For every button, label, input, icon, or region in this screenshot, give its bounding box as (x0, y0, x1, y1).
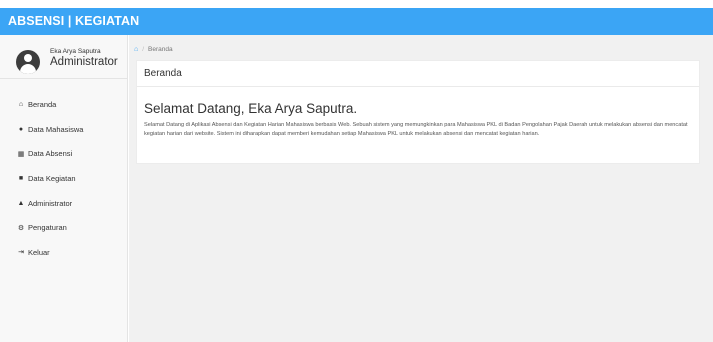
sidebar-item-data-mahasiswa[interactable]: ● Data Mahasiswa (0, 117, 128, 142)
users-icon: ● (18, 125, 24, 133)
sidebar-divider (0, 78, 128, 79)
sidebar-item-beranda[interactable]: ⌂ Beranda (0, 92, 128, 117)
welcome-panel: Beranda Selamat Datang, Eka Arya Saputra… (136, 60, 700, 164)
sidebar-item-pengaturan[interactable]: ⚙ Pengaturan (0, 215, 128, 240)
sidebar-item-label: Keluar (28, 247, 50, 257)
gear-icon: ⚙ (17, 224, 25, 232)
sidebar-menu: ⌂ Beranda ● Data Mahasiswa ▦ Data Absens… (0, 92, 128, 265)
sidebar: Eka Arya Saputra Administrator ⌂ Beranda… (0, 35, 128, 342)
sidebar-item-data-absensi[interactable]: ▦ Data Absensi (0, 141, 128, 166)
home-icon: ⌂ (18, 100, 24, 108)
sidebar-item-label: Administrator (28, 198, 73, 208)
panel-title: Beranda (137, 61, 699, 87)
sidebar-item-label: Beranda (28, 99, 57, 109)
book-icon: ■ (18, 174, 24, 182)
sidebar-item-keluar[interactable]: ⇥ Keluar (0, 240, 128, 265)
user-role: Administrator (50, 56, 118, 68)
user-icon: ▲ (17, 199, 25, 207)
welcome-heading: Selamat Datang, Eka Arya Saputra. (144, 101, 358, 116)
sidebar-item-administrator[interactable]: ▲ Administrator (0, 191, 128, 216)
sidebar-item-label: Data Mahasiswa (28, 124, 84, 134)
sidebar-item-label: Data Absensi (28, 149, 73, 159)
panel-body: Selamat Datang, Eka Arya Saputra. Selama… (137, 87, 699, 138)
breadcrumb-separator: / (142, 45, 145, 53)
sidebar-item-data-kegiatan[interactable]: ■ Data Kegiatan (0, 166, 128, 191)
welcome-description: Selamat Datang di Aplikasi Absensi dan K… (144, 122, 688, 137)
calendar-icon: ▦ (17, 150, 25, 158)
brand-link[interactable]: ABSENSI | KEGIATAN (8, 8, 139, 35)
avatar-icon (16, 50, 40, 74)
sidebar-item-label: Data Kegiatan (28, 173, 76, 183)
home-icon[interactable]: ⌂ (134, 46, 138, 53)
user-name: Eka Arya Saputra (50, 48, 101, 55)
user-panel: Eka Arya Saputra Administrator (0, 40, 128, 76)
top-navbar: ABSENSI | KEGIATAN (0, 8, 713, 35)
breadcrumb: ⌂ / Beranda (134, 42, 173, 56)
sidebar-item-label: Pengaturan (28, 223, 67, 233)
logout-icon: ⇥ (18, 249, 24, 257)
breadcrumb-current: Beranda (148, 45, 173, 53)
